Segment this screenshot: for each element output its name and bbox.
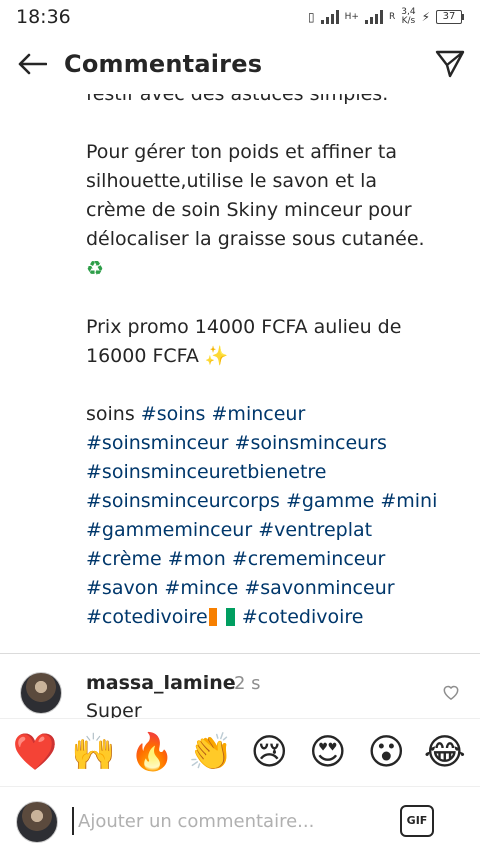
emoji-sad-button[interactable]: 😢 (244, 728, 294, 778)
arrow-left-icon (18, 53, 47, 75)
battery-level: 37 (436, 10, 462, 24)
comment-input[interactable] (72, 807, 372, 835)
hashtag-link[interactable]: #cotedivoire (242, 606, 364, 628)
paper-plane-icon (435, 50, 465, 78)
comment-item: massa_lamine 2 s Super (0, 662, 480, 722)
hashtag-link[interactable]: #soins (141, 403, 206, 425)
emoji-heart-button[interactable]: ❤️ (10, 728, 60, 778)
battery-icon: 37 (436, 10, 464, 24)
hashtag-link[interactable]: #soinsminceurs (235, 432, 387, 454)
hashtag-link[interactable]: #crème (86, 548, 162, 570)
hashtag-link[interactable]: #ventreplat (258, 519, 372, 541)
signal-icon (320, 10, 339, 24)
hashtag-link[interactable]: #soinsminceuretbienetre (86, 461, 327, 483)
hashtag-link[interactable]: #soinsminceurcorps (86, 490, 280, 512)
share-button[interactable] (420, 34, 480, 94)
signal-icon-2 (364, 10, 383, 24)
hashtag-link[interactable]: #soinsminceur (86, 432, 228, 454)
caption-line: silhouette,utilise le savon et la (86, 170, 378, 192)
comment-username[interactable]: massa_lamine (86, 672, 236, 694)
hashtag-link[interactable]: #minceur (212, 403, 306, 425)
gif-button[interactable]: GIF (400, 805, 434, 837)
comment-composer: GIF (0, 786, 480, 854)
caption-line: 16000 FCFA (86, 345, 199, 367)
emoji-surprised-button[interactable]: 😮 (361, 728, 411, 778)
flag-stripe-orange (208, 608, 218, 626)
back-button[interactable] (0, 34, 64, 94)
hashtag-link[interactable]: #savon (86, 577, 158, 599)
hashtag-link[interactable]: #gammeminceur (86, 519, 252, 541)
flag-stripe-green (226, 608, 235, 626)
emoji-quick-bar: ❤️ 🙌 🔥 👏 😢 😍 😮 😂 (0, 718, 480, 786)
network-type-2: R (388, 11, 396, 22)
caption-word: soins (86, 403, 135, 425)
heart-outline-icon[interactable] (441, 682, 461, 702)
emoji-clap-button[interactable]: 👏 (186, 728, 236, 778)
vibrate-icon: ▯ (308, 10, 315, 24)
status-time: 18:36 (16, 6, 71, 28)
network-type: H+ (344, 11, 359, 22)
caption-line: crème de soin Skiny minceur pour (86, 199, 412, 221)
caption-line: Pour gérer ton poids et affiner ta (86, 141, 397, 163)
caption-line: Prix promo 14000 FCFA aulieu de (86, 316, 402, 338)
ivory-coast-flag-icon (208, 608, 235, 626)
hashtag-link[interactable]: #mon (168, 548, 226, 570)
emoji-laughing-button[interactable]: 😂 (420, 728, 470, 778)
recycle-icon: ♻ (86, 256, 104, 280)
avatar[interactable] (20, 672, 62, 714)
emoji-raised-hands-button[interactable]: 🙌 (69, 728, 119, 778)
post-caption: festif avec des astuces simples. Pour gé… (86, 80, 466, 632)
emoji-fire-button[interactable]: 🔥 (127, 728, 177, 778)
hashtag-link[interactable]: #crememinceur (232, 548, 385, 570)
hashtag-link[interactable]: #mince (164, 577, 238, 599)
charging-icon: ⚡ (421, 10, 430, 24)
hashtag-link[interactable]: #gamme (286, 490, 374, 512)
status-bar: 18:36 ▯ H+ R 3,4 K/s ⚡ 37 (0, 0, 480, 34)
hashtag-link[interactable]: #mini (380, 490, 437, 512)
flag-stripe-white (217, 608, 227, 626)
emoji-heart-eyes-button[interactable]: 😍 (303, 728, 353, 778)
hashtag-link[interactable]: #savonminceur (244, 577, 394, 599)
page-title: Commentaires (64, 50, 263, 78)
net-speed-unit: K/s (401, 16, 416, 26)
avatar (16, 801, 58, 843)
comment-timestamp: 2 s (234, 673, 261, 694)
status-icons: ▯ H+ R 3,4 K/s ⚡ 37 (308, 8, 464, 26)
sparkles-icon: ✨ (204, 345, 229, 367)
divider (0, 653, 480, 654)
hashtag-link[interactable]: #cotedivoire (86, 606, 208, 628)
caption-line: délocaliser la graisse sous cutanée. (86, 228, 425, 250)
net-speed: 3,4 K/s (401, 8, 415, 26)
header: Commentaires (0, 34, 480, 94)
